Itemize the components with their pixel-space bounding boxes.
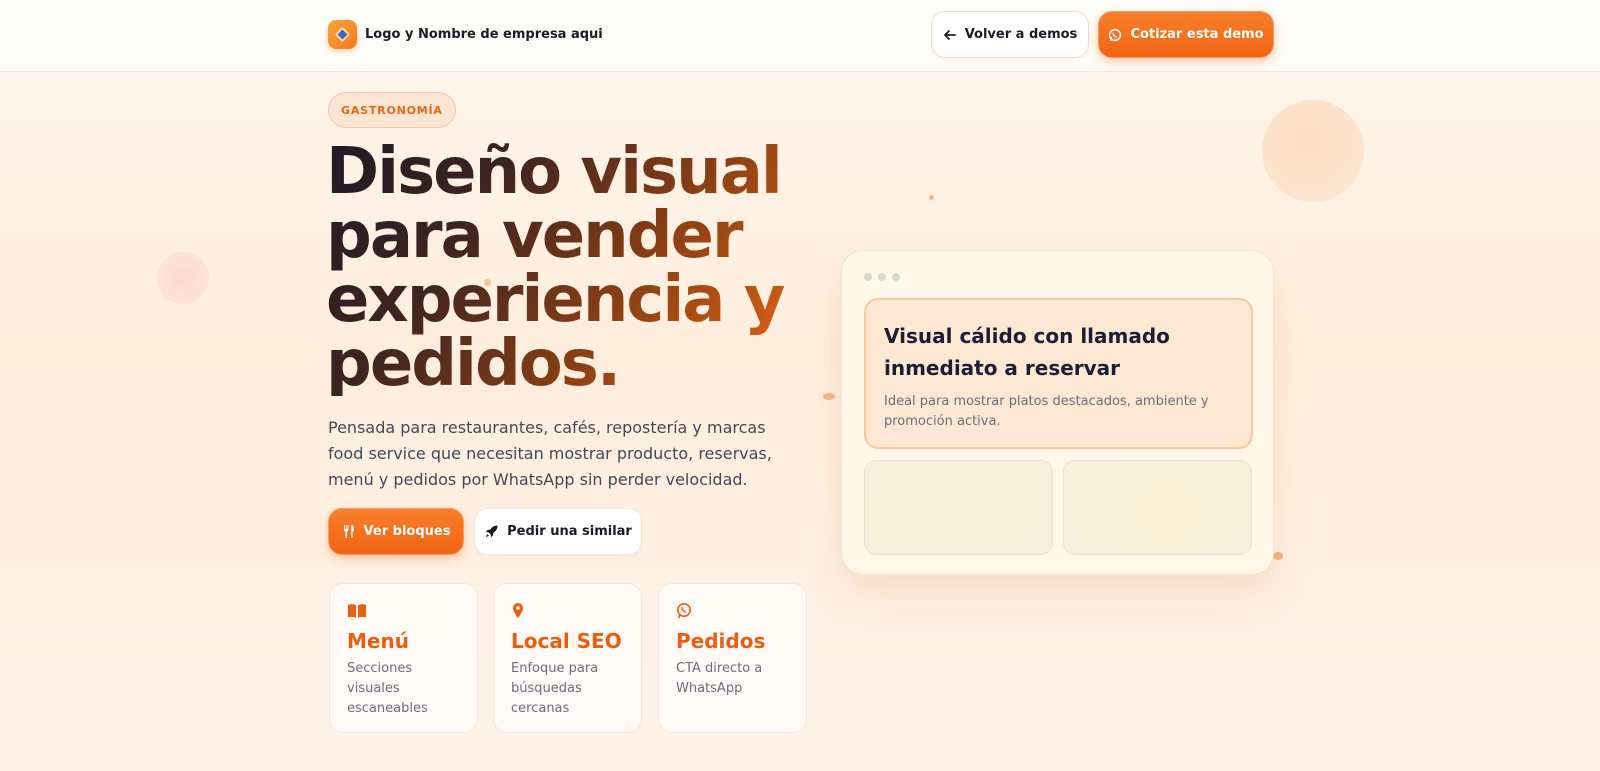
hero-headline: Diseño visual para vender experiencia y … [326, 140, 806, 396]
feature-text: CTA directo a WhatsApp [676, 661, 763, 696]
book-open-icon [348, 604, 366, 618]
feature-title: Local SEO [511, 629, 622, 653]
feature-card-menu: Menú Secciones visuales escaneables [329, 583, 478, 733]
preview-placeholder-card [1063, 460, 1252, 555]
brand-name: Logo y Nombre de empresa aqui [365, 27, 603, 42]
headline-line: pedidos. [326, 327, 620, 401]
window-dots [864, 273, 900, 281]
headline-line: para vender [326, 199, 742, 273]
top-navbar: Logo y Nombre de empresa aqui Volver a d… [0, 0, 1600, 72]
back-to-demos-button[interactable]: Volver a demos [931, 11, 1089, 58]
brand[interactable]: Logo y Nombre de empresa aqui [328, 20, 603, 49]
map-pin-icon [513, 603, 523, 618]
request-similar-label: Pedir una similar [507, 524, 632, 539]
category-badge: GASTRONOMÍA [328, 92, 456, 128]
decorative-dot [929, 195, 934, 200]
preview-highlight-card: Visual cálido con llamado inmediato a re… [864, 298, 1253, 449]
feature-card-local-seo: Local SEO Enfoque para búsquedas cercana… [493, 583, 642, 733]
decorative-dot [823, 393, 835, 400]
preview-window: Visual cálido con llamado inmediato a re… [841, 250, 1274, 575]
preview-title: Visual cálido con llamado inmediato a re… [884, 324, 1170, 380]
feature-title: Menú [347, 629, 409, 653]
decorative-dot [1273, 552, 1283, 560]
quote-demo-button[interactable]: Cotizar esta demo [1098, 11, 1274, 58]
rocket-icon [486, 525, 498, 537]
back-to-demos-label: Volver a demos [964, 27, 1078, 42]
feature-card-orders: Pedidos CTA directo a WhatsApp [658, 583, 807, 733]
headline-line: Diseño visual [326, 135, 781, 209]
hero-subtitle: Pensada para restaurantes, cafés, repost… [328, 418, 772, 489]
preview-text: Ideal para mostrar platos destacados, am… [884, 394, 1209, 429]
feature-text: Secciones visuales escaneables [347, 661, 428, 716]
request-similar-button[interactable]: Pedir una similar [474, 508, 642, 555]
headline-line: experiencia y [326, 263, 784, 337]
feature-text: Enfoque para búsquedas cercanas [511, 661, 599, 716]
preview-placeholder-card [864, 460, 1053, 555]
decorative-circle [157, 252, 209, 304]
logo-icon [328, 20, 357, 49]
view-blocks-label: Ver bloques [363, 524, 451, 539]
utensils-icon [343, 525, 354, 538]
view-blocks-button[interactable]: Ver bloques [328, 508, 464, 555]
decorative-circle [1262, 100, 1364, 202]
whatsapp-icon [677, 603, 691, 619]
arrow-left-icon [943, 29, 956, 40]
feature-title: Pedidos [676, 629, 766, 653]
whatsapp-icon [1109, 28, 1122, 41]
quote-demo-label: Cotizar esta demo [1130, 27, 1264, 42]
